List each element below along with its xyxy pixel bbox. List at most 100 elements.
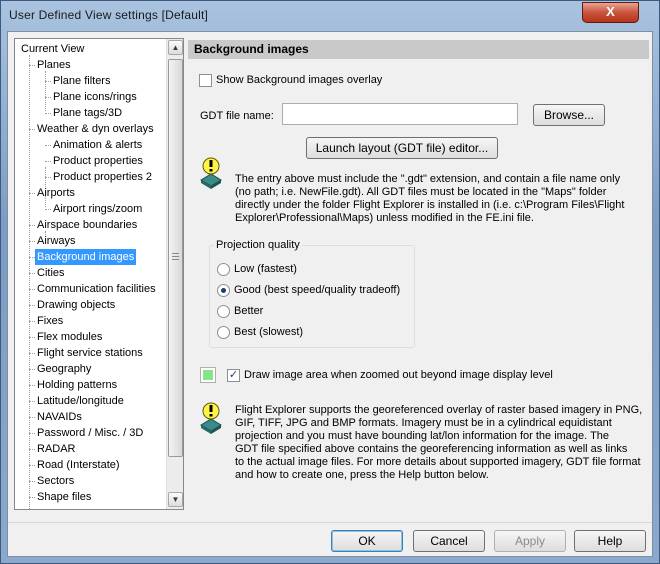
tree-scrollbar[interactable]: ▲ ▼ — [166, 39, 183, 509]
close-button[interactable]: X — [582, 2, 639, 23]
tree-item-label[interactable]: Fixes — [35, 313, 65, 329]
tree-item[interactable]: Airways — [15, 233, 165, 249]
lightbulb-info-icon — [200, 402, 222, 434]
draw-area-label[interactable]: Draw image area when zoomed out beyond i… — [244, 369, 553, 381]
tree-item-label[interactable]: Airways — [35, 233, 78, 249]
cancel-button[interactable]: Cancel — [413, 530, 485, 552]
show-overlay-checkbox[interactable] — [199, 74, 212, 87]
panel-header: Background images — [188, 40, 649, 59]
tree-item[interactable]: Geography — [15, 361, 165, 377]
tree-item-label[interactable]: Flight service stations — [35, 345, 145, 361]
tree-item-label[interactable]: Sectors — [35, 473, 76, 489]
tree-item-label[interactable]: Flex modules — [35, 329, 104, 345]
show-overlay-label[interactable]: Show Background images overlay — [216, 74, 382, 86]
grip-line — [172, 256, 179, 257]
radio-best-slowest[interactable] — [217, 326, 230, 339]
note-line: Explorer\Professional\Maps) unless modif… — [235, 212, 534, 224]
apply-button[interactable]: Apply — [494, 530, 566, 552]
note-line: and how to create one, press the Help bu… — [235, 469, 489, 481]
tree-item[interactable]: Drawing objects — [15, 297, 165, 313]
grip-line — [172, 259, 179, 260]
scroll-up-button[interactable]: ▲ — [168, 40, 183, 55]
tree-item[interactable]: Airspace boundaries — [15, 217, 165, 233]
gdt-file-input[interactable] — [282, 103, 518, 125]
note-line: directly under the folder Flight Explore… — [235, 199, 625, 211]
close-icon: X — [606, 4, 615, 19]
tree-item-label[interactable]: Current View — [19, 41, 86, 57]
tree-item-label[interactable]: Holding patterns — [35, 377, 119, 393]
scroll-thumb[interactable] — [168, 59, 183, 457]
tree-item[interactable]: Road (Interstate) — [15, 457, 165, 473]
tree-item-label[interactable]: Plane filters — [51, 73, 112, 89]
tree-item-label[interactable]: Geography — [35, 361, 93, 377]
tree-item[interactable]: Product properties — [15, 153, 165, 169]
note-line: The entry above must include the ".gdt" … — [235, 173, 621, 185]
image-area-color-swatch[interactable] — [200, 367, 216, 383]
tree-item-label[interactable]: NAVAIDs — [35, 409, 84, 425]
tree-item-label[interactable]: Airports — [35, 185, 77, 201]
settings-tree[interactable]: Current View Planes Plane filters Plane ico… — [14, 38, 184, 510]
tree-item-label[interactable]: Airspace boundaries — [35, 217, 139, 233]
radio-good-label[interactable]: Good (best speed/quality tradeoff) — [234, 284, 400, 296]
radio-better-label[interactable]: Better — [234, 305, 263, 317]
tree-item[interactable]: Shape files — [15, 489, 165, 505]
tree-item[interactable]: Flight service stations — [15, 345, 165, 361]
tree-item[interactable]: Latitude/longitude — [15, 393, 165, 409]
tree-item[interactable]: Communication facilities — [15, 281, 165, 297]
tree-item[interactable]: RADAR — [15, 441, 165, 457]
browse-button[interactable]: Browse... — [533, 104, 605, 126]
radio-good-tradeoff[interactable] — [217, 284, 230, 297]
radio-low-fastest[interactable] — [217, 263, 230, 276]
tree-item-label[interactable]: Airport rings/zoom — [51, 201, 144, 217]
gdt-file-label: GDT file name: — [200, 110, 274, 122]
tree-item[interactable]: Planes — [15, 57, 165, 73]
tree-item-label[interactable]: Weather & dyn overlays — [35, 121, 156, 137]
scroll-down-button[interactable]: ▼ — [168, 492, 183, 507]
tree-item[interactable]: Current View — [15, 41, 165, 57]
draw-area-checkbox[interactable]: ✓ — [227, 369, 240, 382]
tree-item-label[interactable]: Plane tags/3D — [51, 105, 124, 121]
tree-item-label[interactable]: Cities — [35, 265, 67, 281]
launch-editor-button[interactable]: Launch layout (GDT file) editor... — [306, 137, 498, 159]
tree-item-label[interactable]: Road (Interstate) — [35, 457, 122, 473]
tree-item-label[interactable]: Drawing objects — [35, 297, 117, 313]
tree-item-label[interactable]: Password / Misc. / 3D — [35, 425, 145, 441]
tree-item[interactable]: Plane icons/rings — [15, 89, 165, 105]
ok-button[interactable]: OK — [331, 530, 403, 552]
tree-item-label[interactable]: Planes — [35, 57, 73, 73]
tree-item[interactable]: Weather & dyn overlays — [15, 121, 165, 137]
radio-better[interactable] — [217, 305, 230, 318]
tree-item-label[interactable]: Latitude/longitude — [35, 393, 126, 409]
tree-item-label[interactable]: Background images — [35, 249, 137, 265]
button-bar: OK Cancel Apply Help — [8, 523, 652, 556]
tree-item[interactable]: Password / Misc. / 3D — [15, 425, 165, 441]
title-bar[interactable]: User Defined View settings [Default] X — [1, 1, 659, 31]
radio-best-label[interactable]: Best (slowest) — [234, 326, 303, 338]
tree-item-label[interactable]: Animation & alerts — [51, 137, 144, 153]
tree-item[interactable]: Plane tags/3D — [15, 105, 165, 121]
tree-item[interactable]: Animation & alerts — [15, 137, 165, 153]
tree-item-label[interactable]: Product properties — [51, 153, 145, 169]
tree-item[interactable]: NAVAIDs — [15, 409, 165, 425]
tree-item[interactable]: Fixes — [15, 313, 165, 329]
lightbulb-info-icon — [200, 157, 222, 189]
tree-item[interactable]: Sectors — [15, 473, 165, 489]
tree-item[interactable]: Background images — [15, 249, 165, 265]
settings-window: User Defined View settings [Default] X C… — [0, 0, 660, 564]
tree-item[interactable]: Cities — [15, 265, 165, 281]
tree-item-label[interactable]: Shape files — [35, 489, 93, 505]
tree-item[interactable]: Holding patterns — [15, 377, 165, 393]
tree-item[interactable]: Plane filters — [15, 73, 165, 89]
tree-item-label[interactable]: Plane icons/rings — [51, 89, 139, 105]
tree-item-label[interactable]: Communication facilities — [35, 281, 158, 297]
help-button[interactable]: Help — [574, 530, 646, 552]
tree-item[interactable]: Airports — [15, 185, 165, 201]
tree-item-label[interactable]: RADAR — [35, 441, 78, 457]
tree-item[interactable]: Product properties 2 — [15, 169, 165, 185]
note-line: Flight Explorer supports the georeferenc… — [235, 404, 643, 416]
tree-item-label[interactable]: Product properties 2 — [51, 169, 154, 185]
tree-item[interactable]: Airport rings/zoom — [15, 201, 165, 217]
radio-low-label[interactable]: Low (fastest) — [234, 263, 297, 275]
note-line: (no path; i.e. NewFile.gdt). All GDT fil… — [235, 186, 607, 198]
tree-item[interactable]: Flex modules — [15, 329, 165, 345]
